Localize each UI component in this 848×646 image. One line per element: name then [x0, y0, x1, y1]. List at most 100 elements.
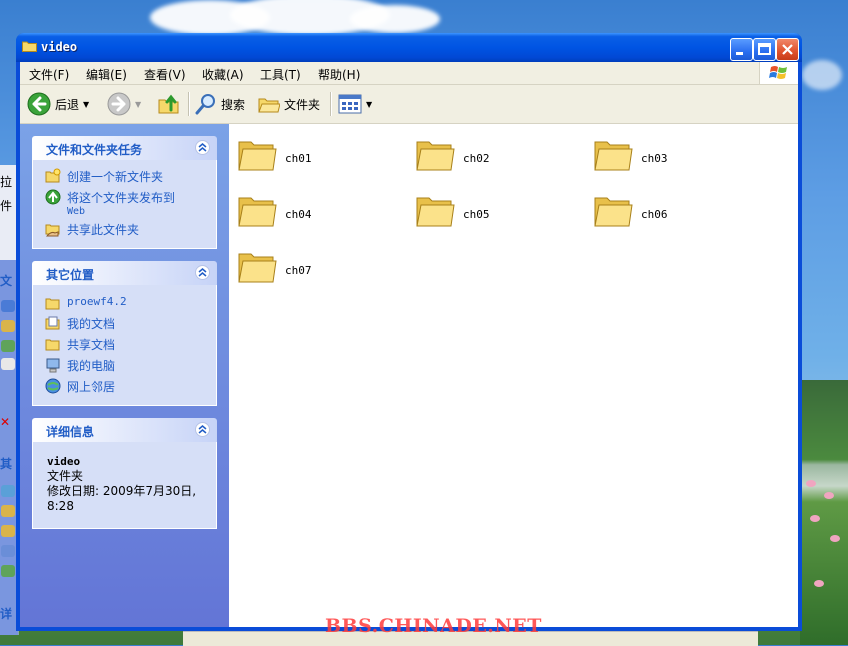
menu-edit[interactable]: 编辑(E)	[86, 66, 127, 83]
folder-icon	[22, 41, 37, 52]
task-pane: 文件和文件夹任务 创建一个新文件夹 将这个文件夹发布到 Web 共享此文件夹 其…	[20, 124, 229, 627]
place-network-label: 网上邻居	[67, 380, 116, 394]
details-title: 详细信息	[46, 425, 95, 439]
folder-item[interactable]: ch01	[237, 134, 397, 180]
explorer-window: video 文件(F) 编辑(E) 查看(V) 收藏(A) 工具(T) 帮助(H…	[16, 33, 802, 631]
views-icon	[338, 94, 362, 114]
details-header[interactable]: 详细信息	[32, 418, 217, 442]
menu-file[interactable]: 文件(F)	[29, 66, 69, 83]
folder-icon	[238, 141, 277, 171]
up-folder-button[interactable]	[157, 92, 181, 116]
up-folder-icon	[158, 94, 179, 114]
menu-view[interactable]: 查看(V)	[144, 66, 186, 83]
folder-label: ch07	[285, 264, 312, 277]
back-label: 后退	[55, 97, 80, 112]
folder-view: ch01 ch02 ch03 ch04 ch05 ch06 ch07	[229, 124, 798, 627]
place-my-documents-label: 我的文档	[67, 317, 116, 331]
my-documents-icon	[45, 316, 60, 330]
share-folder-icon	[45, 224, 60, 237]
place-network[interactable]: 网上邻居	[45, 378, 216, 395]
place-shared-documents[interactable]: 共享文档	[45, 336, 216, 353]
task-new-folder-label: 创建一个新文件夹	[67, 170, 164, 184]
folder-item[interactable]: ch02	[415, 134, 575, 180]
content-area: 文件和文件夹任务 创建一个新文件夹 将这个文件夹发布到 Web 共享此文件夹 其…	[20, 124, 798, 627]
menu-favorites[interactable]: 收藏(A)	[202, 66, 244, 83]
place-shared-documents-label: 共享文档	[67, 338, 116, 352]
folder-label: ch02	[463, 152, 490, 165]
folder-label: ch03	[641, 152, 668, 165]
views-dropdown-icon[interactable]: ▼	[366, 100, 372, 109]
desktop-landscape	[800, 380, 848, 645]
close-icon	[782, 44, 793, 55]
details-type: 文件夹	[47, 469, 84, 483]
close-button[interactable]	[776, 38, 799, 61]
folder-item[interactable]: ch03	[593, 134, 753, 180]
back-button[interactable]: 后退 ▼	[27, 92, 89, 116]
other-places-header[interactable]: 其它位置	[32, 261, 217, 285]
other-places-title: 其它位置	[46, 268, 95, 282]
folder-icon	[416, 141, 455, 171]
file-tasks-body: 创建一个新文件夹 将这个文件夹发布到 Web 共享此文件夹	[32, 160, 217, 249]
details-name: video	[47, 455, 81, 468]
folder-item[interactable]: ch04	[237, 190, 397, 236]
title-bar[interactable]: video	[16, 33, 802, 62]
folder-item[interactable]: ch06	[593, 190, 753, 236]
task-share-folder-label: 共享此文件夹	[67, 223, 140, 237]
details-modified: 修改日期: 2009年7月30日,	[47, 484, 197, 498]
place-proewf[interactable]: proewf4.2	[45, 295, 216, 311]
folder-icon	[238, 197, 277, 227]
menu-tools[interactable]: 工具(T)	[260, 66, 301, 83]
minimize-icon	[736, 52, 743, 55]
task-new-folder[interactable]: 创建一个新文件夹	[45, 168, 216, 185]
folder-label: ch04	[285, 208, 312, 221]
details-time: 8:28	[47, 499, 74, 513]
forward-dropdown-icon[interactable]: ▼	[135, 100, 141, 109]
maximize-icon	[758, 43, 771, 55]
forward-button[interactable]: ▼	[107, 92, 141, 116]
toolbar-separator	[188, 92, 190, 116]
maximize-button[interactable]	[753, 38, 776, 61]
file-tasks-title: 文件和文件夹任务	[46, 143, 143, 157]
place-my-computer[interactable]: 我的电脑	[45, 357, 216, 374]
new-folder-icon	[45, 168, 61, 183]
details-panel: 详细信息 video 文件夹 修改日期: 2009年7月30日, 8:28	[32, 418, 217, 529]
folder-item[interactable]: ch07	[237, 246, 397, 292]
other-places-panel: 其它位置 proewf4.2 我的文档 共享文档 我的电脑 网上邻居	[32, 261, 217, 406]
folder-label: ch06	[641, 208, 668, 221]
file-tasks-header[interactable]: 文件和文件夹任务	[32, 136, 217, 160]
menu-help[interactable]: 帮助(H)	[318, 66, 360, 83]
back-arrow-icon	[27, 92, 51, 116]
folder-icon	[416, 197, 455, 227]
collapse-button[interactable]	[195, 422, 210, 437]
folder-label: ch05	[463, 208, 490, 221]
other-places-body: proewf4.2 我的文档 共享文档 我的电脑 网上邻居	[32, 285, 217, 406]
toolbar: 后退 ▼ ▼ 搜索 文件夹 ▼	[20, 85, 798, 124]
task-publish-web-label: 将这个文件夹发布到	[67, 191, 176, 205]
folders-label: 文件夹	[284, 97, 321, 112]
chevron-up-icon	[198, 143, 207, 152]
folder-item[interactable]: ch05	[415, 190, 575, 236]
place-my-documents[interactable]: 我的文档	[45, 315, 216, 332]
minimize-button[interactable]	[730, 38, 753, 61]
watermark-text: BBS.CHINADE.NET	[325, 615, 542, 637]
details-body: video 文件夹 修改日期: 2009年7月30日, 8:28	[32, 442, 217, 529]
task-publish-web[interactable]: 将这个文件夹发布到 Web	[45, 189, 216, 217]
collapse-button[interactable]	[195, 265, 210, 280]
task-share-folder[interactable]: 共享此文件夹	[45, 221, 216, 238]
folders-button[interactable]: 文件夹	[258, 92, 320, 116]
place-proewf-label: proewf4.2	[67, 295, 127, 308]
collapse-button[interactable]	[195, 140, 210, 155]
search-button[interactable]: 搜索	[195, 92, 245, 116]
menu-bar: 文件(F) 编辑(E) 查看(V) 收藏(A) 工具(T) 帮助(H)	[20, 62, 798, 85]
publish-web-icon	[45, 189, 61, 205]
back-dropdown-icon[interactable]: ▼	[83, 100, 89, 109]
folder-icon	[594, 141, 633, 171]
window-title: video	[41, 40, 78, 54]
views-button[interactable]: ▼	[338, 92, 372, 116]
folder-icon	[45, 298, 60, 310]
chevron-up-icon	[198, 425, 207, 434]
folder-icon	[594, 197, 633, 227]
search-icon	[195, 94, 215, 115]
search-label: 搜索	[221, 97, 246, 112]
chevron-up-icon	[198, 268, 207, 277]
